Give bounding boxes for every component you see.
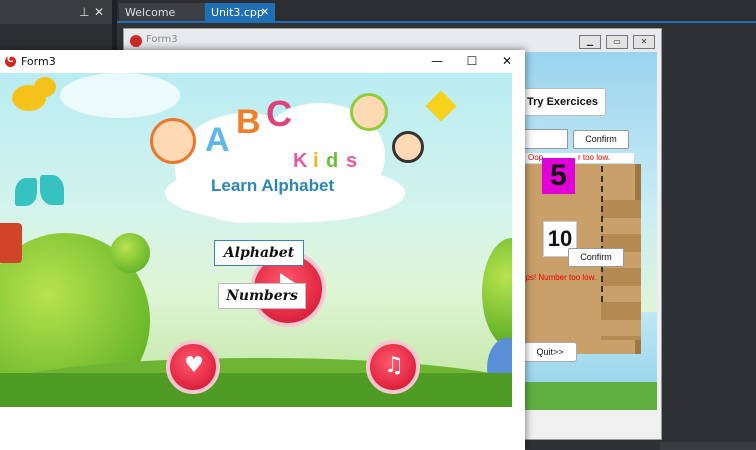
bush-illustration xyxy=(110,233,150,273)
heart-button[interactable]: ♥ xyxy=(166,340,220,394)
selection-outline xyxy=(601,166,603,302)
maximize-icon[interactable]: ☐ xyxy=(457,52,487,70)
close-icon[interactable]: ✕ xyxy=(261,3,269,22)
music-note-icon: ♫ xyxy=(384,353,404,378)
designer-form-title: Form3 xyxy=(146,34,178,45)
window-titlebar[interactable]: Form3 — ☐ ✕ xyxy=(0,50,525,73)
quit-button[interactable]: Quit>> xyxy=(523,342,577,362)
pin-icon[interactable]: ⊥ xyxy=(79,5,89,19)
number-display: 5 xyxy=(542,158,575,194)
alphabet-button[interactable]: Alphabet xyxy=(214,240,304,266)
app-icon xyxy=(5,55,16,67)
app-icon xyxy=(130,35,142,47)
window-title: Form3 xyxy=(21,55,56,68)
butterfly-illustration xyxy=(15,178,37,206)
ide-panel-header: ⊥ ✕ xyxy=(0,0,112,24)
numbers-button[interactable]: Numbers xyxy=(218,283,306,309)
tab-welcome-page[interactable]: Welcome Page xyxy=(119,3,205,38)
feedback-label: r too low. xyxy=(578,153,611,162)
heart-icon: ♥ xyxy=(184,353,204,378)
maximize-icon[interactable]: ▭ xyxy=(606,35,628,49)
cloud xyxy=(60,73,180,118)
child-illustration xyxy=(392,131,424,163)
status-strip xyxy=(660,442,756,450)
music-button[interactable]: ♫ xyxy=(366,340,420,394)
app-window[interactable]: Form3 — ☐ ✕ A B C K i d s Learn Alphabet xyxy=(0,50,525,450)
grass-ground xyxy=(0,373,512,407)
grass xyxy=(523,382,657,410)
tree-illustration xyxy=(482,238,512,348)
house-roof xyxy=(0,223,22,263)
logo-kids-s: s xyxy=(346,150,358,172)
feedback-label: Oop xyxy=(528,153,544,162)
confirm-button[interactable]: Confirm xyxy=(568,248,624,267)
minimize-icon[interactable]: — xyxy=(422,52,452,70)
bird-head xyxy=(34,77,56,97)
logo-kids-i: i xyxy=(313,150,319,172)
close-icon[interactable]: ✕ xyxy=(492,52,522,70)
feedback-label: ops! Number too low. xyxy=(521,273,597,282)
kite-illustration xyxy=(425,90,457,122)
wooden-plank xyxy=(601,200,641,340)
logo-subtitle: Learn Alphabet xyxy=(211,176,335,195)
logo-kids-d: d xyxy=(326,150,339,172)
tab-label: Unit3.cpp xyxy=(211,6,264,19)
child-illustration xyxy=(350,93,388,131)
child-illustration xyxy=(150,118,196,164)
number-input[interactable] xyxy=(523,129,568,149)
confirm-button[interactable]: Confirm xyxy=(573,130,629,149)
tab-unit3-cpp[interactable]: Unit3.cpp ✕ xyxy=(205,3,275,22)
editor-tabs: Welcome Page Unit3.cpp ✕ xyxy=(117,0,756,38)
minimize-icon[interactable]: ▁ xyxy=(579,35,601,49)
close-icon[interactable]: ✕ xyxy=(633,35,655,49)
logo-letter-c: C xyxy=(266,93,292,134)
close-icon[interactable]: ✕ xyxy=(94,5,104,19)
try-exercises-button[interactable]: Try Exercices xyxy=(519,88,606,116)
logo-kids-k: K xyxy=(293,150,308,172)
logo-letter-a: A xyxy=(205,121,230,159)
butterfly-illustration xyxy=(40,175,64,205)
logo-letter-b: B xyxy=(236,103,261,141)
